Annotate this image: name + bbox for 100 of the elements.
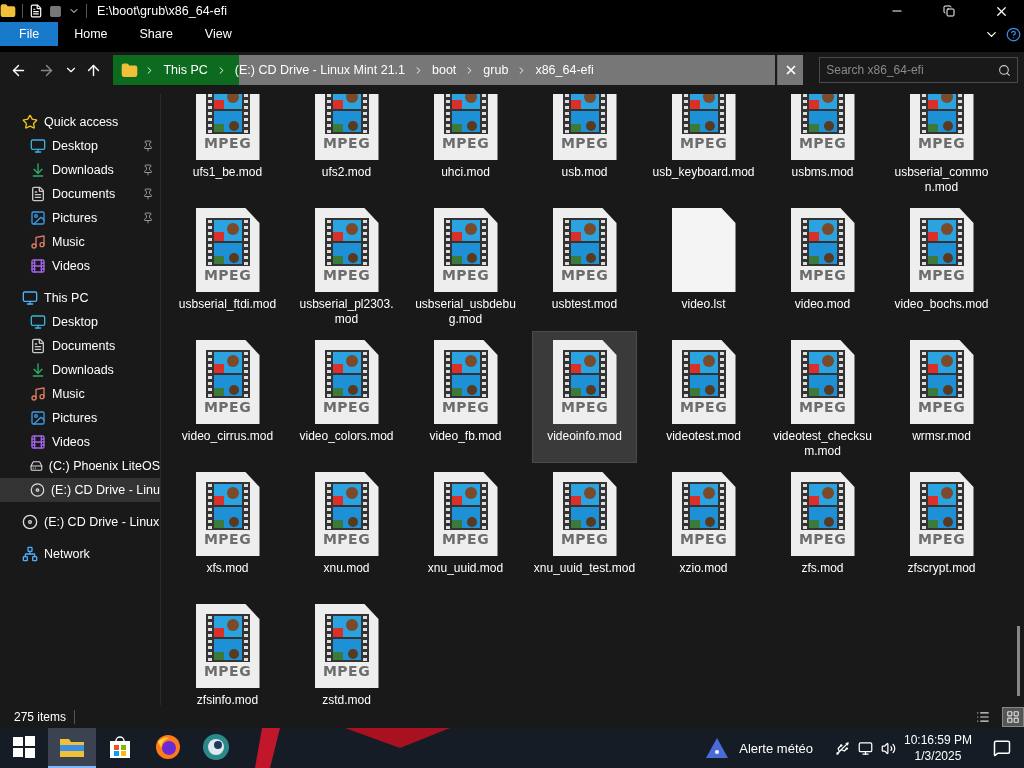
file-item[interactable]: MPEG videotest.mod: [651, 331, 756, 463]
file-item[interactable]: MPEG video.mod: [770, 199, 875, 331]
file-item[interactable]: MPEG usbserial_pl2303.mod: [294, 199, 399, 331]
file-item[interactable]: MPEG ufs2.mod: [294, 94, 399, 199]
file-name: usbserial_common.mod: [893, 165, 990, 195]
file-type-label: MPEG: [560, 531, 609, 547]
file-type-label: MPEG: [322, 399, 371, 415]
file-item[interactable]: MPEG zfscrypt.mod: [889, 463, 994, 595]
music-icon: [30, 386, 46, 402]
nav-item[interactable]: Music: [0, 382, 160, 406]
file-item[interactable]: MPEG video_fb.mod: [413, 331, 518, 463]
nav-item[interactable]: (E:) CD Drive - Linu: [0, 478, 160, 502]
film-strip-icon: [324, 614, 369, 662]
drive-icon: [30, 458, 43, 474]
file-item[interactable]: MPEG usbms.mod: [770, 94, 875, 199]
file-name: usbserial_ftdi.mod: [177, 297, 278, 312]
ribbon-tab[interactable]: View: [188, 22, 248, 46]
file-type-label: MPEG: [203, 399, 252, 415]
ribbon-tab[interactable]: File: [0, 22, 59, 46]
file-type-label: MPEG: [441, 267, 490, 283]
nav-item[interactable]: Music: [0, 230, 160, 254]
star-icon: [22, 114, 38, 130]
search-input[interactable]: Search x86_64-efi: [826, 58, 998, 82]
nav-item[interactable]: Pictures: [0, 406, 160, 430]
breadcrumb[interactable]: grub: [481, 63, 511, 77]
desktop-icon: [30, 314, 46, 330]
film-strip-icon: [205, 614, 250, 662]
nav-item[interactable]: This PC: [0, 286, 160, 310]
scrollbar-thumb[interactable]: [1017, 626, 1020, 696]
file-item[interactable]: MPEG usbserial_common.mod: [889, 94, 994, 199]
file-item[interactable]: MPEG usb_keyboard.mod: [651, 94, 756, 199]
file-item[interactable]: MPEG zfsinfo.mod: [175, 595, 280, 705]
nav-item[interactable]: (C:) Phoenix LiteOS: [0, 454, 160, 478]
weather-text[interactable]: Alerte météo: [739, 740, 813, 756]
weather-alert-icon: [705, 737, 730, 759]
search-icon[interactable]: [998, 63, 1011, 77]
film-strip-icon: [324, 94, 369, 134]
file-type-label: MPEG: [322, 135, 371, 151]
file-item[interactable]: MPEG zstd.mod: [294, 595, 399, 705]
film-strip-icon: [800, 482, 845, 530]
film-strip-icon: [800, 350, 845, 398]
nav-item[interactable]: Desktop: [0, 134, 160, 158]
file-item[interactable]: video.lst: [651, 199, 756, 331]
file-item[interactable]: MPEG videoinfo.mod: [532, 331, 637, 463]
download-icon: [30, 362, 46, 378]
search-field[interactable]: Search x86_64-efi: [819, 57, 1018, 83]
ribbon-tab[interactable]: Share: [123, 22, 189, 46]
file-name: video.mod: [793, 297, 852, 312]
file-item[interactable]: MPEG video_bochs.mod: [889, 199, 994, 331]
nav-item[interactable]: Desktop: [0, 310, 160, 334]
file-item[interactable]: MPEG wrmsr.mod: [889, 331, 994, 463]
clock[interactable]: 10:16:59 PM 1/3/2025: [895, 732, 980, 764]
nav-item[interactable]: Downloads: [0, 158, 160, 182]
file-name: usbtest.mod: [550, 297, 619, 312]
file-item[interactable]: MPEG videotest_checksum.mod: [770, 331, 875, 463]
breadcrumb[interactable]: x86_64-efi: [533, 63, 596, 77]
film-strip-icon: [919, 218, 964, 266]
file-type-label: MPEG: [679, 399, 728, 415]
breadcrumb[interactable]: boot: [430, 63, 459, 77]
nav-item[interactable]: Downloads: [0, 358, 160, 382]
taskbar-app[interactable]: [48, 728, 96, 768]
file-type-label: MPEG: [798, 135, 847, 151]
nav-item[interactable]: Quick access: [0, 110, 160, 134]
file-item[interactable]: MPEG ufs1_be.mod: [175, 94, 280, 199]
nav-item[interactable]: Videos: [0, 254, 160, 278]
file-item[interactable]: MPEG xzio.mod: [651, 463, 756, 595]
file-item[interactable]: MPEG xnu.mod: [294, 463, 399, 595]
download-icon: [30, 162, 46, 178]
film-strip-icon: [324, 218, 369, 266]
file-name: xfs.mod: [205, 561, 250, 576]
file-item[interactable]: MPEG zfs.mod: [770, 463, 875, 595]
volume-icon[interactable]: [880, 740, 896, 756]
file-item[interactable]: MPEG xfs.mod: [175, 463, 280, 595]
film-strip-icon: [681, 350, 726, 398]
file-name: usbms.mod: [790, 165, 855, 180]
nav-item[interactable]: Documents: [0, 334, 160, 358]
nav-item[interactable]: Network: [0, 542, 160, 566]
stop-button[interactable]: [777, 55, 804, 85]
nav-item[interactable]: Documents: [0, 182, 160, 206]
file-item[interactable]: MPEG usbserial_usbdebug.mod: [413, 199, 518, 331]
file-item[interactable]: MPEG usb.mod: [532, 94, 637, 199]
nav-item[interactable]: Pictures: [0, 206, 160, 230]
file-item[interactable]: MPEG usbtest.mod: [532, 199, 637, 331]
usb-icon[interactable]: [834, 740, 850, 756]
film-icon: [30, 434, 46, 450]
file-item[interactable]: MPEG uhci.mod: [413, 94, 518, 199]
file-item[interactable]: MPEG video_colors.mod: [294, 331, 399, 463]
file-item[interactable]: MPEG xnu_uuid.mod: [413, 463, 518, 595]
film-strip-icon: [681, 482, 726, 530]
file-item[interactable]: MPEG xnu_uuid_test.mod: [532, 463, 637, 595]
nav-item[interactable]: (E:) CD Drive - Linux: [0, 510, 160, 534]
folder-icon: [59, 736, 85, 758]
file-item[interactable]: MPEG usbserial_ftdi.mod: [175, 199, 280, 331]
breadcrumb[interactable]: This PC: [161, 63, 210, 77]
ribbon-tab[interactable]: Home: [58, 22, 124, 46]
film-strip-icon: [205, 350, 250, 398]
large-icons-view-button[interactable]: [1002, 706, 1024, 727]
file-type-label: MPEG: [203, 135, 252, 151]
file-item[interactable]: MPEG video_cirrus.mod: [175, 331, 280, 463]
nav-item[interactable]: Videos: [0, 430, 160, 454]
